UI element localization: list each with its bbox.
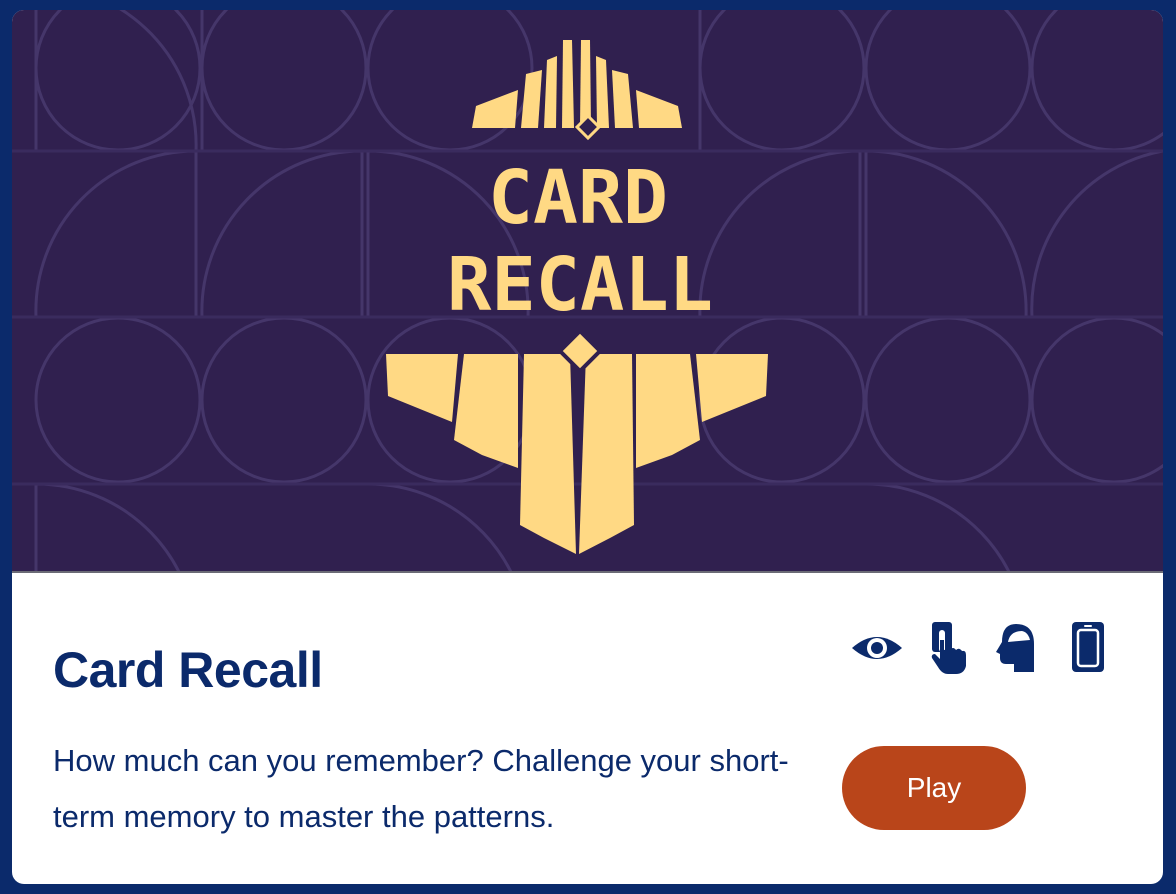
logo-wordmark: CARD RECALL	[447, 155, 713, 328]
feature-icons	[842, 620, 1112, 676]
eye-icon	[852, 637, 902, 659]
game-banner: CARD RECALL	[12, 10, 1163, 571]
banner-divider	[12, 571, 1163, 573]
head-memory-icon	[996, 624, 1034, 672]
game-description: How much can you remember? Challenge you…	[53, 743, 789, 834]
mobile-device-icon	[1072, 622, 1104, 672]
play-button[interactable]: Play	[842, 746, 1026, 830]
game-title: Card Recall	[53, 642, 323, 698]
tap-finger-icon	[931, 622, 966, 674]
logo-text-line1: CARD	[488, 155, 668, 241]
logo-text-line2: RECALL	[447, 242, 713, 328]
game-card[interactable]: CARD RECALL Card Recall How much can you…	[12, 10, 1163, 884]
banner-background-pattern: CARD RECALL	[12, 10, 1163, 571]
logo-top-ornament	[472, 40, 682, 141]
